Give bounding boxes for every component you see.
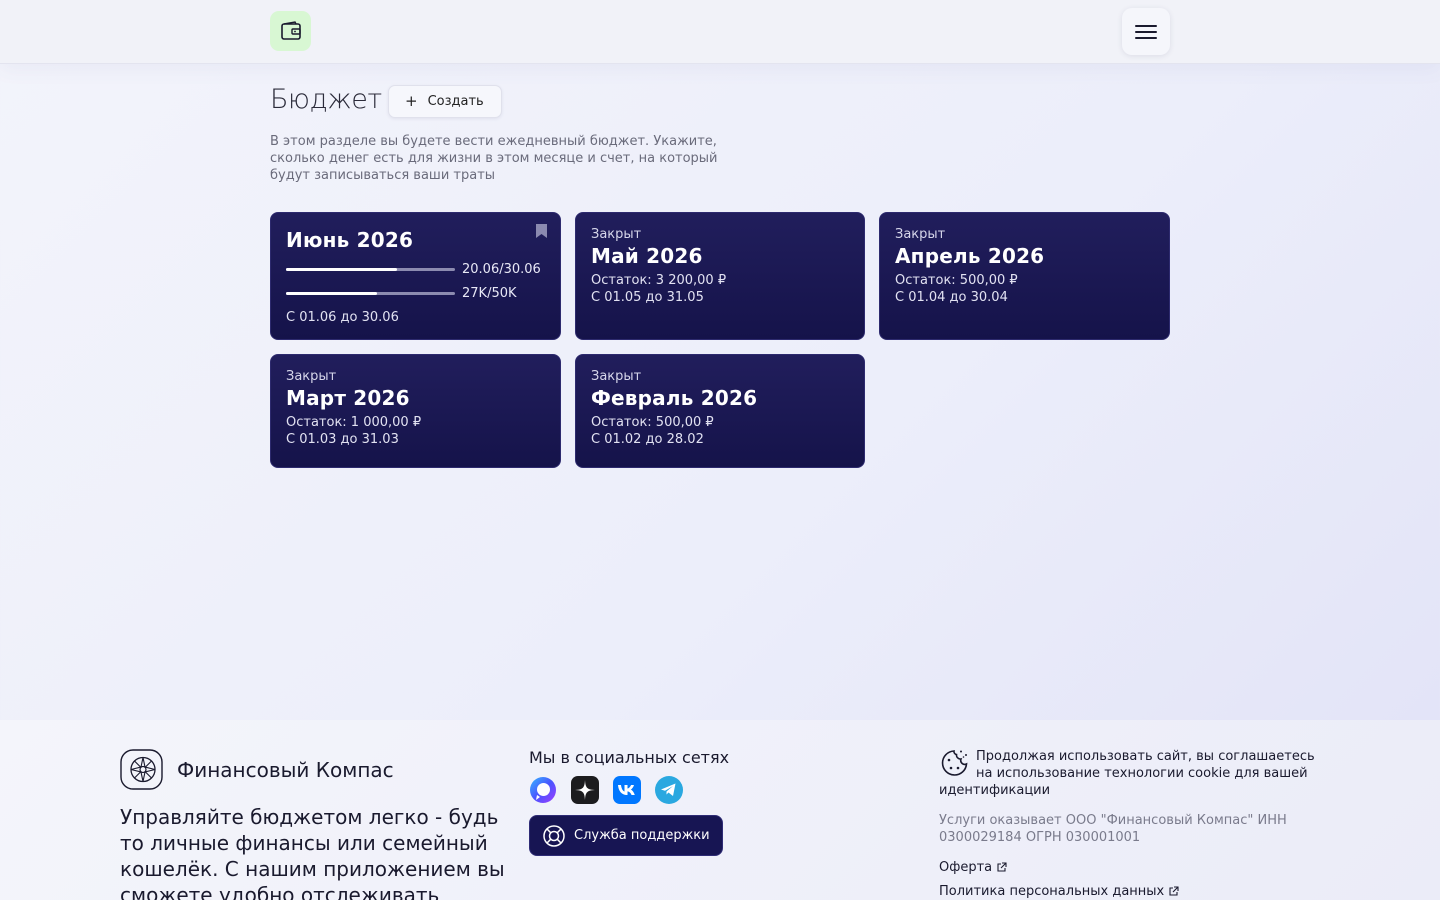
budget-name: Март 2026 (286, 386, 410, 410)
days-progress-label: 20.06/30.06 (462, 261, 541, 277)
support-button[interactable]: Служба поддержки (529, 815, 723, 856)
budget-balance: Остаток: 500,00 ₽ (895, 273, 1018, 288)
budget-card-closed[interactable]: Закрыт Февраль 2026 Остаток: 500,00 ₽ С … (575, 354, 865, 468)
money-progress-fill (286, 291, 378, 295)
footer: Финансовый Компас Управляйте бюджетом ле… (0, 720, 1440, 900)
telegram-icon[interactable] (655, 776, 683, 804)
dzen-icon[interactable] (571, 776, 599, 804)
budget-status: Закрыт (591, 227, 642, 242)
offer-link[interactable]: Оферта (939, 860, 1007, 875)
money-progress: 27K/50K (286, 281, 545, 305)
days-progress-bar (286, 267, 455, 271)
money-progress-bar (286, 291, 455, 295)
menu-button[interactable] (1122, 8, 1170, 55)
compass-logo-icon (120, 749, 163, 790)
external-link-icon (997, 862, 1007, 872)
budget-period: С 01.03 до 31.03 (286, 432, 399, 447)
page-title: Бюджет (270, 84, 382, 115)
budget-name: Апрель 2026 (895, 244, 1045, 268)
wallet-logo-button[interactable] (270, 11, 311, 51)
bookmark-icon[interactable] (536, 224, 547, 238)
legal-info: Услуги оказывает ООО "Финансовый Компас"… (939, 813, 1287, 845)
budget-balance: Остаток: 500,00 ₽ (591, 415, 714, 430)
budget-name: Июнь 2026 (286, 228, 414, 252)
budget-balance: Остаток: 3 200,00 ₽ (591, 273, 727, 288)
social-links (529, 776, 683, 804)
page-description: В этом разделе вы будете вести ежедневны… (270, 134, 718, 183)
social-title: Мы в социальных сетях (529, 748, 730, 767)
create-budget-button[interactable]: + Создать (388, 85, 502, 118)
max-icon[interactable] (529, 776, 557, 804)
budget-status: Закрыт (591, 369, 642, 384)
budget-period: С 01.02 до 28.02 (591, 432, 704, 447)
budget-card-closed[interactable]: Закрыт Май 2026 Остаток: 3 200,00 ₽ С 01… (575, 212, 865, 340)
create-button-label: Создать (427, 94, 484, 109)
plus-icon: + (405, 92, 418, 110)
budget-card-closed[interactable]: Закрыт Апрель 2026 Остаток: 500,00 ₽ С 0… (879, 212, 1170, 340)
budget-status: Закрыт (286, 369, 337, 384)
budget-period: С 01.05 до 31.05 (591, 290, 704, 305)
budget-name: Май 2026 (591, 244, 703, 268)
budget-status: Закрыт (895, 227, 946, 242)
cookie-icon (941, 750, 968, 776)
brand-description: Управляйте бюджетом легко - будь то личн… (120, 805, 505, 900)
privacy-link[interactable]: Политика персональных данных (939, 884, 1179, 899)
budget-name: Февраль 2026 (591, 386, 758, 410)
budget-card-closed[interactable]: Закрыт Март 2026 Остаток: 1 000,00 ₽ С 0… (270, 354, 561, 468)
vk-icon[interactable] (613, 776, 641, 804)
top-bar (0, 0, 1440, 64)
offer-link-label: Оферта (939, 860, 993, 875)
budget-period: С 01.06 до 30.06 (286, 310, 399, 325)
footer-brand[interactable]: Финансовый Компас (120, 749, 394, 790)
support-button-label: Служба поддержки (574, 828, 710, 843)
lifebuoy-icon (543, 824, 565, 847)
budget-period: С 01.04 до 30.04 (895, 290, 1008, 305)
hamburger-icon (1135, 24, 1157, 39)
days-progress: 20.06/30.06 (286, 257, 545, 281)
external-link-icon (1169, 886, 1179, 896)
budget-card-current[interactable]: Июнь 2026 20.06/30.06 27K/50K С 01.06 до… (270, 212, 561, 340)
money-progress-label: 27K/50K (462, 285, 517, 301)
days-progress-fill (286, 267, 398, 271)
brand-name: Финансовый Компас (177, 757, 394, 782)
wallet-icon (280, 21, 301, 40)
privacy-link-label: Политика персональных данных (939, 884, 1165, 899)
cookie-notice: Продолжая использовать сайт, вы соглашае… (939, 748, 1329, 799)
budget-balance: Остаток: 1 000,00 ₽ (286, 415, 422, 430)
cookie-text: Продолжая использовать сайт, вы соглашае… (939, 749, 1315, 798)
